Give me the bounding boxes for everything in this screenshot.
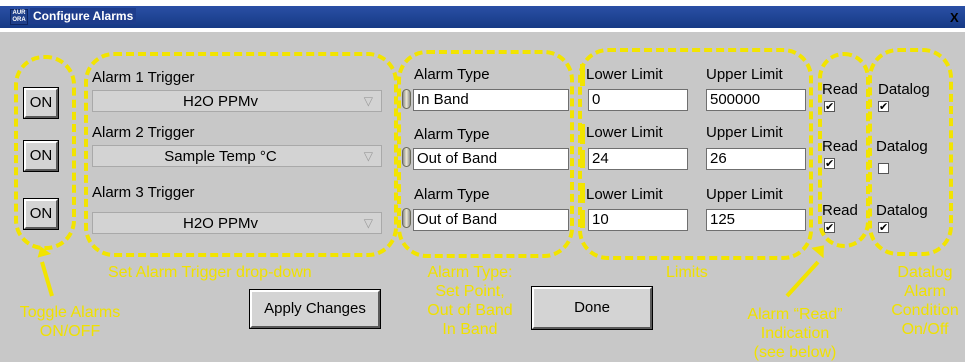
configure-alarms-window: AUR ORA Configure Alarms X ON Alarm 1 Tri… — [0, 0, 965, 362]
trigger-annotation: Set Alarm Trigger drop-down — [108, 264, 312, 281]
read-annotation: Alarm “Read” Indication (see below) — [747, 306, 843, 361]
toggle-annotation: Toggle Alarms ON/OFF — [19, 304, 121, 340]
type-annotation: Alarm Type: Set Point, Out of Band In Band — [427, 264, 513, 338]
limits-annotation: Limits — [666, 264, 708, 281]
datalog-annotation: Datalog Alarm Condition On/Off — [891, 264, 959, 338]
